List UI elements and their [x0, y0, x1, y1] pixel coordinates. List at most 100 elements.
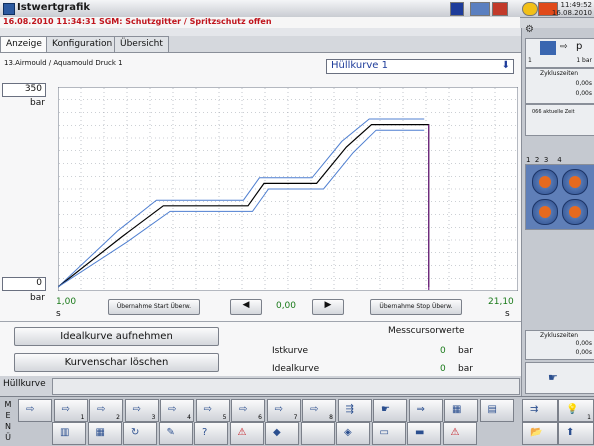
cursor-right-button[interactable]: ▶	[312, 299, 344, 315]
ejector-icon[interactable]: ⇶	[337, 399, 372, 422]
alarm-message: 16.08.2010 11:34:31 SGM: Schutzgitter / …	[3, 17, 272, 26]
axes-panel	[525, 164, 594, 230]
inject-icon-glyph: ⇨	[274, 404, 283, 415]
cursor-values-title: Messcursorwerte	[388, 326, 465, 336]
target-icon[interactable]: ◈	[336, 422, 370, 445]
panel-icon[interactable]: ▤	[479, 399, 514, 422]
flag-icon	[450, 2, 464, 16]
ideal-curve-label: Idealkurve	[272, 364, 320, 374]
tab-konfiguration[interactable]: Konfiguration	[46, 36, 119, 52]
cycle-value-1: 0,00s	[575, 80, 593, 87]
mold-mode-icon	[540, 41, 556, 55]
menu-label[interactable]: MENÜ	[2, 399, 14, 443]
bulb-icon[interactable]: 💡 1	[558, 399, 594, 422]
robot-icon-glyph: ☛	[381, 404, 390, 415]
mode-unit: 1 bar	[576, 57, 592, 64]
curve-name: 13.Airmould / Aquamould Druck 1	[4, 59, 123, 67]
inject-icon[interactable]: ⇨ 1	[53, 399, 88, 422]
blank-icon[interactable]	[300, 422, 335, 445]
tab-uebersicht[interactable]: Übersicht	[114, 36, 169, 52]
robot-hand-panel[interactable]: ☛	[525, 362, 594, 394]
tab-anzeige[interactable]: Anzeige	[0, 36, 48, 53]
help-icon[interactable]: ?	[194, 422, 228, 445]
record-ideal-button[interactable]: Idealkurve aufnehmen	[14, 327, 219, 346]
axis-4-button[interactable]	[562, 199, 588, 225]
mold-icon-glyph: ▥	[60, 427, 70, 438]
alarm-icon[interactable]: ⚠	[229, 422, 264, 445]
sidebar-numbers: 1 2 3 4	[526, 156, 562, 164]
title-bar: Istwertgrafik 11:49:52 16.08.2010	[0, 0, 594, 18]
footer-label: Hüllkurve	[3, 379, 46, 389]
target-icon-glyph: ◈	[344, 427, 352, 438]
inject-icon-glyph: ⇨	[168, 404, 177, 415]
current-time-label: 066 aktuelle Zeit	[532, 109, 575, 115]
arrow-icon: ⇨	[560, 42, 568, 52]
sequence-icon[interactable]: ⇒	[408, 399, 443, 422]
x-start-unit: s	[56, 309, 61, 319]
wrench-icon-glyph: ✎	[166, 427, 175, 438]
cycle-icon[interactable]: ↻	[123, 422, 157, 445]
wrench-icon[interactable]: ✎	[158, 422, 193, 445]
take-stop-button[interactable]: Übernahme Stop Überw.	[370, 299, 462, 315]
toolbar-sub-label: 2	[116, 414, 120, 421]
ideal-curve-value: 0	[440, 364, 446, 374]
inject-icon-glyph: ⇨	[132, 404, 141, 415]
inject-icon[interactable]: ⇨ 5	[195, 399, 230, 422]
diamond-icon[interactable]: ◆	[265, 422, 299, 445]
robot-icon[interactable]: ☛	[373, 399, 407, 422]
export-icon[interactable]: ⬆	[558, 422, 594, 445]
current-time-panel[interactable]: 066 aktuelle Zeit	[525, 104, 594, 136]
cycle-label: Zykluszeiten	[540, 70, 579, 77]
mode-value: 1	[528, 57, 532, 64]
gear-icon[interactable]: ⚙	[525, 24, 534, 35]
chart[interactable]	[58, 87, 518, 291]
sequence-icon-glyph: ⇒	[416, 404, 425, 415]
pressure-mode-panel[interactable]: ⇨ p 1 1 bar	[525, 38, 594, 68]
printer-icon[interactable]: ▬	[407, 422, 441, 445]
io-icon[interactable]: ⇉	[522, 399, 558, 422]
cursor-value: 0,00	[275, 301, 297, 311]
toolbar-sub-label: 7	[293, 414, 298, 421]
inject-icon[interactable]: ⇨ 2	[89, 399, 123, 422]
axis-1-button[interactable]	[532, 169, 558, 195]
take-start-button[interactable]: Übernahme Start Überw.	[108, 299, 200, 315]
inject-icon-glyph: ⇨	[203, 404, 212, 415]
inject-icon[interactable]: ⇨ 6	[231, 399, 265, 422]
diamond-icon-glyph: ◆	[273, 427, 281, 438]
y-unit-top: bar	[30, 98, 45, 108]
inject-icon[interactable]: ⇨ 4	[160, 399, 194, 422]
help-icon-glyph: ?	[202, 427, 208, 438]
computer-icon[interactable]: ▭	[371, 422, 406, 445]
alarm-icon-glyph: ⚠	[237, 427, 247, 438]
inject-icon[interactable]: ⇨ 7	[266, 399, 301, 422]
footer-bar: Hüllkurve	[0, 376, 521, 396]
chevron-down-icon: ⬇	[501, 60, 510, 71]
inject-icon[interactable]: ⇨ 3	[124, 399, 159, 422]
window-title: Istwertgrafik	[17, 2, 91, 13]
cursor-left-button[interactable]: ◀	[230, 299, 262, 315]
printer-icon-glyph: ▬	[415, 427, 425, 438]
bottom-toolbar: MENÜ ⇨ ⇨ 1 ⇨ 2 ⇨ 3 ⇨ 4 ⇨ 5 ⇨ 6 ⇨ 7 ⇨ 8 ⇶ ☛ ⇒ ▦ ▤ ▥ ▦ ↻ ✎? ⚠ ◆ ◈ ▭ ▬ ⚠ …	[0, 396, 594, 446]
inject-icon[interactable]: ⇨ 8	[302, 399, 336, 422]
arrow-left-icon: ◀	[242, 300, 250, 310]
inject-icon[interactable]: ⇨	[18, 399, 52, 422]
curve-dropdown[interactable]: Hüllkurve 1 ⬇	[326, 59, 514, 74]
y-min-field[interactable]: 0	[2, 277, 46, 291]
inject-icon-glyph: ⇨	[239, 404, 248, 415]
toolbar-sub-label: 3	[151, 414, 156, 421]
axis-2-button[interactable]	[562, 169, 588, 195]
ejector-icon-glyph: ⇶	[345, 404, 354, 415]
x-end-unit: s	[505, 309, 510, 319]
table-icon[interactable]: ▦	[87, 422, 122, 445]
machine-icon[interactable]: ▦	[444, 399, 478, 422]
mold-icon[interactable]: ▥	[52, 422, 86, 445]
table-icon-glyph: ▦	[95, 427, 105, 438]
x-end-value: 21,10	[488, 297, 514, 307]
machine-status-icon	[492, 2, 508, 16]
clear-curves-button[interactable]: Kurvenschar löschen	[14, 353, 219, 372]
axis-3-button[interactable]	[532, 199, 558, 225]
folder-icon[interactable]: 📂	[522, 422, 558, 445]
inject-icon-glyph: ⇨	[310, 404, 319, 415]
y-max-field[interactable]: 350	[2, 83, 46, 97]
warning-icon[interactable]: ⚠	[442, 422, 477, 445]
